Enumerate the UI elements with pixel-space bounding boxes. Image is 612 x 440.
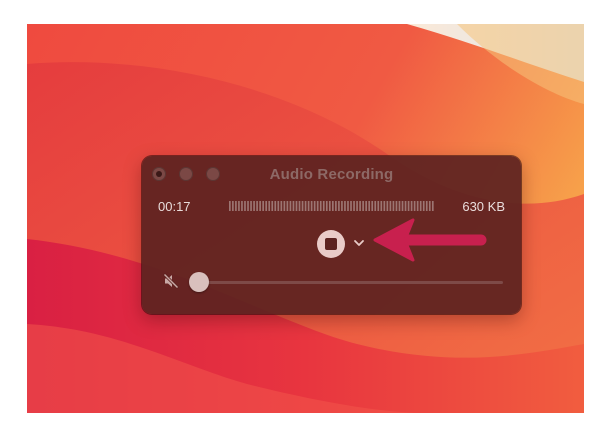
level-meter-tick	[398, 201, 401, 211]
level-meter-tick	[307, 201, 310, 211]
level-meter-tick	[380, 201, 383, 211]
level-meter-tick	[362, 201, 364, 211]
level-meter-tick	[371, 201, 374, 211]
level-meter-tick	[401, 201, 404, 211]
level-meter-tick	[356, 201, 358, 211]
audio-level-meter	[229, 201, 434, 211]
level-meter-tick	[416, 201, 419, 211]
level-meter-tick	[386, 201, 389, 211]
volume-slider-track[interactable]	[198, 281, 503, 284]
level-meter-tick	[259, 201, 261, 211]
level-meter-tick	[322, 201, 325, 211]
level-meter-tick	[344, 201, 346, 211]
file-size: 630 KB	[462, 199, 505, 214]
level-meter-tick	[232, 201, 234, 211]
level-meter-tick	[392, 201, 395, 211]
level-meter-tick	[268, 201, 271, 211]
level-meter-tick	[374, 201, 377, 211]
level-meter-tick	[425, 201, 428, 211]
level-meter-tick	[428, 201, 431, 211]
level-meter-tick	[431, 201, 434, 211]
level-meter-tick	[410, 201, 413, 211]
chevron-down-icon[interactable]	[353, 238, 365, 248]
level-meter-tick	[383, 201, 386, 211]
level-meter-tick	[328, 201, 331, 211]
level-meter-tick	[229, 201, 231, 211]
level-meter-tick	[413, 201, 416, 211]
level-meter-tick	[265, 201, 268, 211]
level-meter-tick	[238, 201, 240, 211]
stop-icon	[325, 238, 337, 250]
level-meter-tick	[244, 201, 246, 211]
volume-slider-knob[interactable]	[189, 272, 209, 292]
level-meter-tick	[335, 201, 337, 211]
stop-recording-button[interactable]	[317, 230, 345, 258]
level-meter-tick	[283, 201, 286, 211]
annotation-arrow	[373, 218, 487, 262]
level-meter-tick	[377, 201, 380, 211]
level-meter-tick	[316, 201, 319, 211]
level-meter-tick	[289, 201, 292, 211]
level-meter-tick	[419, 201, 422, 211]
level-meter-tick	[274, 201, 277, 211]
level-meter-tick	[235, 201, 237, 211]
level-meter-tick	[298, 201, 301, 211]
level-meter-tick	[389, 201, 392, 211]
speaker-muted-icon	[163, 273, 180, 289]
level-meter-tick	[241, 201, 243, 211]
level-meter-tick	[332, 201, 334, 211]
level-meter-tick	[292, 201, 295, 211]
level-meter-tick	[310, 201, 313, 211]
window-title: Audio Recording	[269, 166, 394, 183]
level-meter-tick	[319, 201, 322, 211]
level-meter-tick	[277, 201, 280, 211]
elapsed-time: 00:17	[158, 199, 191, 214]
level-meter-tick	[325, 201, 328, 211]
level-meter-tick	[247, 201, 249, 211]
level-meter-tick	[295, 201, 298, 211]
level-meter-tick	[347, 201, 349, 211]
level-meter-tick	[368, 201, 371, 211]
level-meter-tick	[422, 201, 425, 211]
level-meter-tick	[301, 201, 304, 211]
level-meter-tick	[341, 201, 343, 211]
level-meter-tick	[350, 201, 352, 211]
level-meter-tick	[359, 201, 361, 211]
level-meter-tick	[250, 201, 252, 211]
level-meter-tick	[313, 201, 316, 211]
level-meter-tick	[262, 201, 264, 211]
level-meter-tick	[395, 201, 398, 211]
level-meter-tick	[404, 201, 407, 211]
level-meter-tick	[253, 201, 255, 211]
level-meter-tick	[286, 201, 289, 211]
desktop-wallpaper: Audio Recording 00:17 630 KB	[27, 24, 584, 413]
level-meter-tick	[280, 201, 283, 211]
level-meter-tick	[407, 201, 410, 211]
level-meter-tick	[271, 201, 274, 211]
level-meter-tick	[338, 201, 340, 211]
level-meter-tick	[304, 201, 307, 211]
level-meter-tick	[256, 201, 258, 211]
level-meter-tick	[365, 201, 367, 211]
level-meter-tick	[353, 201, 355, 211]
